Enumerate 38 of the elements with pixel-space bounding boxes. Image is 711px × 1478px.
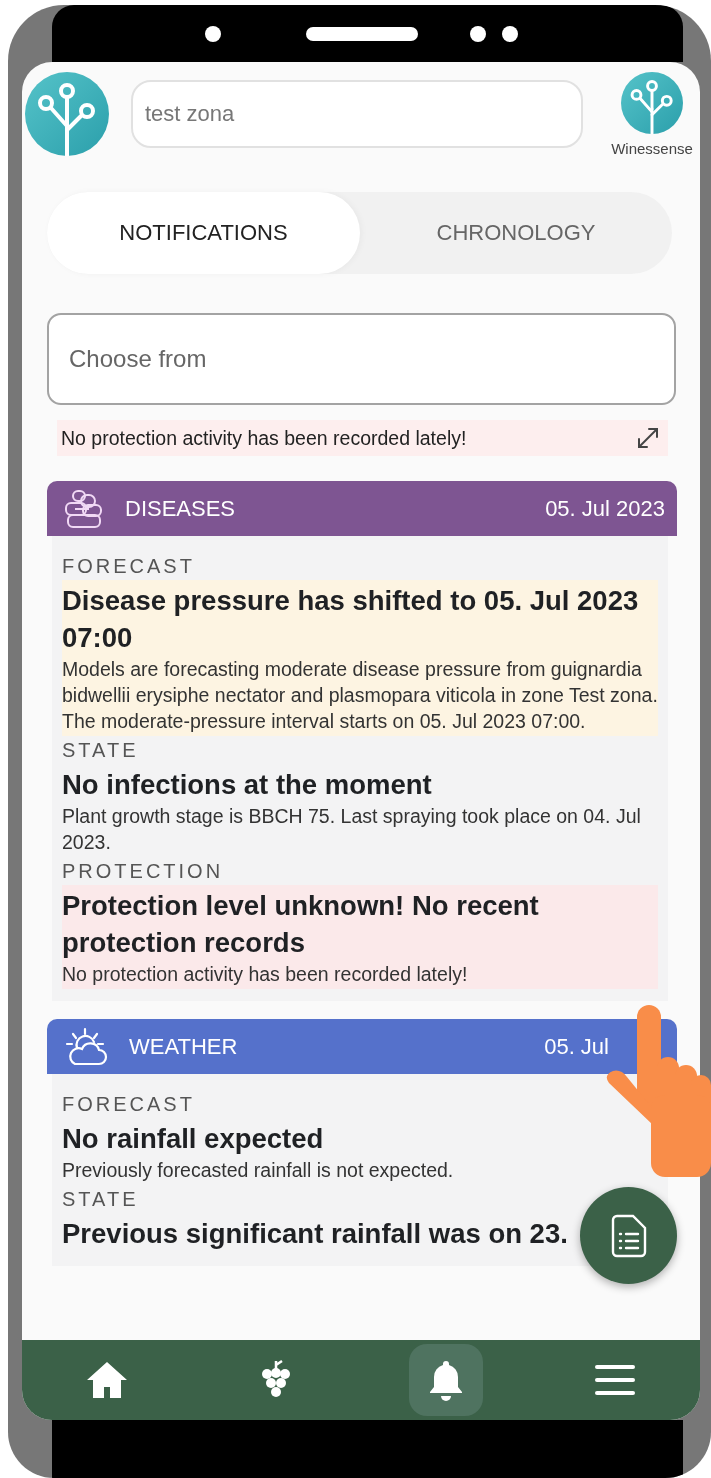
tab[interactable]: NOTIFICATIONS: [47, 192, 360, 274]
section-label: FORECAST: [62, 554, 196, 579]
choose-field[interactable]: Choose from: [47, 313, 676, 405]
speaker-icon: [306, 26, 418, 41]
app-logo[interactable]: [25, 72, 109, 156]
nav-button[interactable]: [408, 1344, 483, 1416]
section-title: Protection level unknown! No recent protection records: [62, 889, 540, 960]
document-list-icon: [610, 1213, 647, 1258]
section-title: No rainfall expected: [62, 1122, 324, 1156]
document-button[interactable]: [580, 1187, 677, 1284]
section-text: No protection activity has been recorded lately!: [62, 962, 469, 987]
card-date: 05. Jul: [544, 1033, 609, 1060]
alert-text: No protection activity has been recorded lately!: [61, 426, 468, 450]
section-title: No infections at the moment: [62, 768, 432, 802]
tab[interactable]: CHRONOLOGY: [360, 192, 672, 274]
hand-pointer-icon: [606, 1005, 711, 1177]
sensor-icon: [470, 25, 486, 42]
sun-cloud-icon: [63, 1025, 109, 1068]
zone-field[interactable]: test zona: [131, 80, 583, 148]
sensor-icon: [502, 25, 518, 42]
expand-icon[interactable]: [636, 426, 660, 450]
card-date: 05. Jul 2023: [545, 495, 665, 522]
card-title: DISEASES: [125, 495, 237, 522]
section-label: PROTECTION: [62, 859, 225, 884]
card-title: WEATHER: [129, 1033, 239, 1060]
section-title: Previous significant rainfall was on 23.: [62, 1217, 568, 1251]
section-label: FORECAST: [62, 1092, 196, 1117]
section-label: STATE: [62, 1187, 140, 1212]
section-label: STATE: [62, 738, 140, 763]
berries-icon: [63, 488, 105, 529]
section-text: Models are forecasting moderate disease pressure from guignardia bidwellii erysiphe nectator and plasmopara viticola in zone Test zona. The moderate-pressure interval starts on 05. Jul 2023 07:00.: [62, 657, 658, 734]
section-title: Disease pressure has shifted to 05. Jul 2023 07:00: [62, 584, 640, 655]
section-text: Plant growth stage is BBCH 75. Last spraying took place on 04. Jul 2023.: [62, 804, 642, 855]
brand-logo[interactable]: [621, 72, 683, 134]
brand-label: Winessense: [611, 140, 693, 157]
camera-icon: [205, 25, 221, 42]
section-text: Previously forecasted rainfall is not expected.: [62, 1158, 455, 1183]
menu-icon: [595, 1363, 636, 1397]
